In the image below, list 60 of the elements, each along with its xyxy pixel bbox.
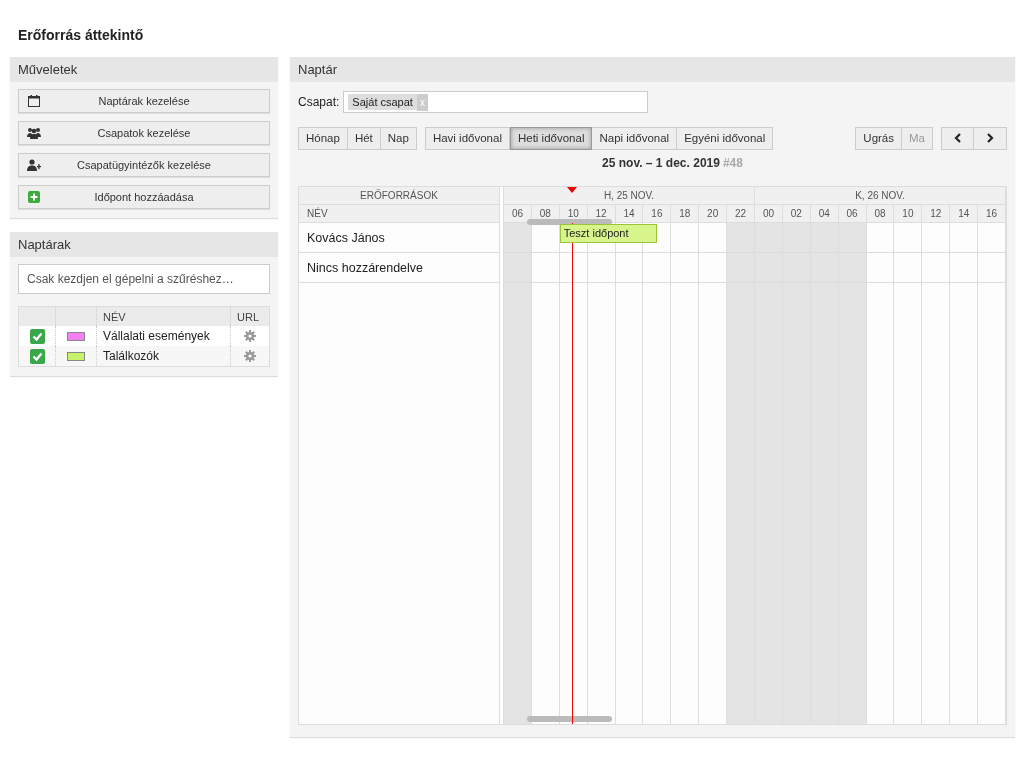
week-number: #48	[722, 156, 743, 170]
view-tab[interactable]: Havi idővonal	[424, 126, 510, 150]
hour-label: 14	[615, 205, 644, 223]
jump-button[interactable]: Ugrás	[855, 126, 902, 150]
user-add-icon	[27, 158, 41, 172]
hour-label: 08	[866, 205, 895, 223]
view-tab[interactable]: Hét	[347, 126, 381, 150]
date-range: 25 nov. – 1 dec. 2019	[602, 156, 720, 170]
action-button[interactable]: Naptárak kezelése	[18, 89, 270, 113]
calendar-name: Találkozók	[96, 346, 231, 367]
hour-label: 16	[643, 205, 672, 223]
page-title: Erőforrás áttekintő	[17, 26, 145, 45]
calendar-name: Vállalati események	[96, 326, 231, 346]
filter-field[interactable]: Csak kezdjen el gépelni a szűréshez…	[18, 264, 270, 294]
hour-label: 06	[838, 205, 867, 223]
day-header: K, 26 NOV.	[755, 187, 1006, 205]
checkbox[interactable]	[29, 328, 45, 344]
group-icon	[27, 126, 41, 140]
scrollbar[interactable]	[526, 716, 612, 722]
team-tag: Saját csapat	[348, 94, 417, 110]
column-header: URL	[230, 306, 270, 326]
hour-label: 12	[922, 205, 951, 223]
next-button[interactable]	[974, 126, 1007, 150]
view-tab[interactable]: Heti idővonal	[509, 126, 593, 150]
settings-icon[interactable]	[244, 350, 256, 362]
column-header: ERŐFORRÁSOK	[299, 187, 499, 205]
hour-label: 00	[755, 205, 783, 223]
view-tab[interactable]: Hónap	[298, 126, 348, 150]
panel-title: Műveletek	[10, 57, 278, 82]
appointment[interactable]: Teszt időpont	[559, 224, 658, 243]
hour-label: 20	[699, 205, 728, 223]
field-label: Csapat:	[298, 95, 340, 109]
current-time-marker	[566, 187, 577, 193]
view-tab[interactable]: Egyéni idővonal	[677, 126, 774, 150]
hour-label: 02	[782, 205, 811, 223]
column-header: NÉV	[96, 306, 231, 326]
chevron-right-icon	[986, 133, 994, 143]
add-icon	[27, 190, 41, 204]
settings-icon[interactable]	[244, 330, 256, 342]
hour-label: 04	[810, 205, 839, 223]
hour-label: 18	[671, 205, 700, 223]
action-button[interactable]: Csapatügyintézők kezelése	[18, 153, 270, 177]
panel-title: Naptár	[290, 57, 1015, 82]
action-button[interactable]: Csapatok kezelése	[18, 121, 270, 145]
view-tab[interactable]: Nap	[380, 126, 417, 150]
hour-label: 14	[950, 205, 979, 223]
column-header: NÉV	[299, 205, 499, 223]
hour-label: 16	[978, 205, 1007, 223]
hour-label: 06	[504, 205, 532, 223]
action-button[interactable]: Időpont hozzáadása	[18, 185, 270, 209]
panel-title: Naptárak	[10, 232, 278, 257]
scrollbar[interactable]	[526, 219, 612, 225]
checkbox[interactable]	[29, 348, 45, 364]
previous-button[interactable]	[941, 126, 974, 150]
chevron-left-icon	[953, 133, 962, 143]
hour-label: 10	[894, 205, 923, 223]
view-tab[interactable]: Napi idővonal	[592, 126, 678, 150]
hour-label: 22	[727, 205, 755, 223]
calendar-icon	[27, 94, 41, 108]
day-header: H, 25 NOV.	[504, 187, 755, 205]
